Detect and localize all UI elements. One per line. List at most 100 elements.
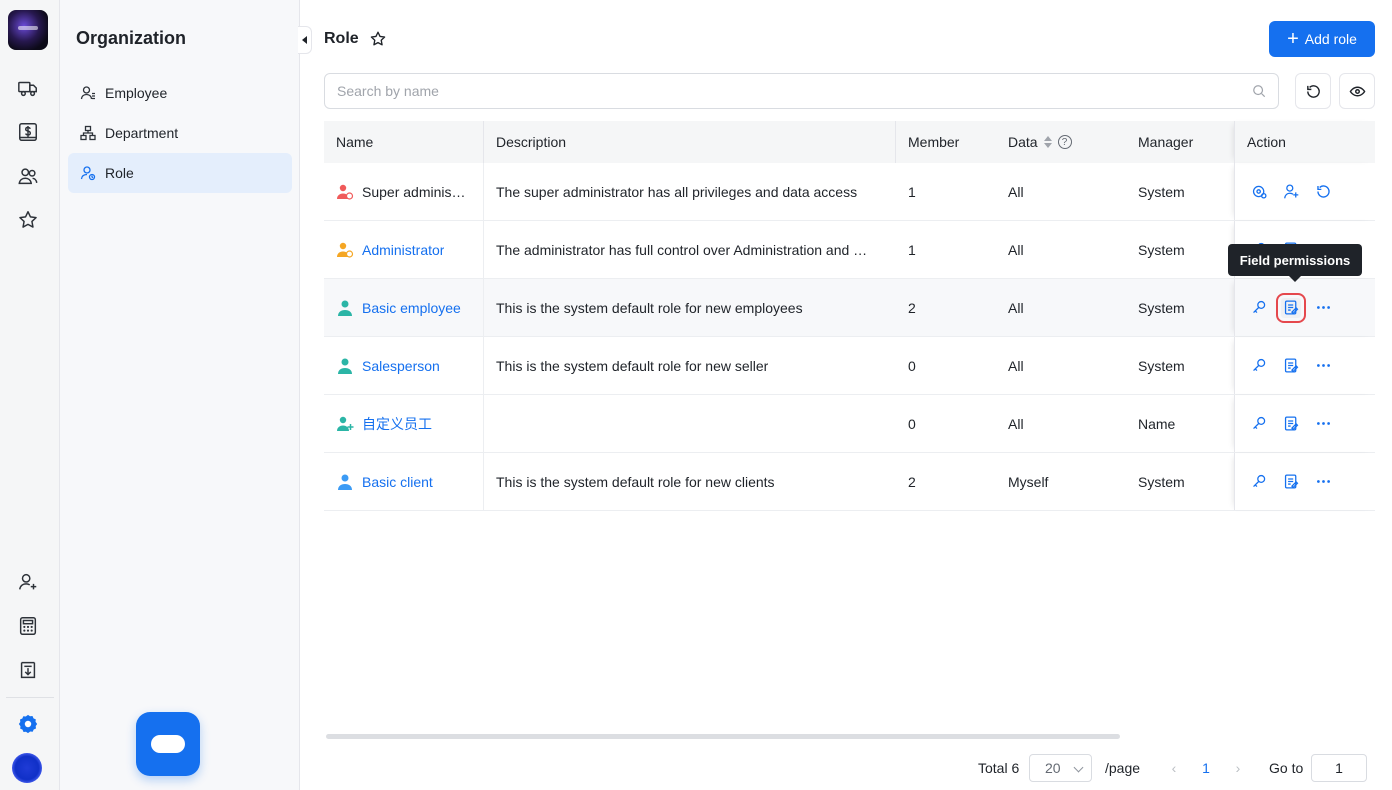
- column-header-name[interactable]: Name: [324, 121, 484, 163]
- role-name: Super administ…: [362, 183, 466, 200]
- table-row: Salesperson This is the system default r…: [324, 337, 1375, 395]
- more-icon[interactable]: [1313, 356, 1333, 376]
- role-member-count: 1: [908, 183, 916, 200]
- star-icon[interactable]: [16, 208, 40, 232]
- role-icon: [80, 166, 96, 181]
- refresh-button[interactable]: [1295, 73, 1331, 109]
- role-name-cell: Basic client: [324, 453, 484, 510]
- sort-icon[interactable]: [1044, 136, 1052, 148]
- role-description-text: The super administrator has all privileg…: [496, 183, 858, 200]
- page-title: Role: [324, 30, 359, 47]
- more-icon[interactable]: [1313, 472, 1333, 492]
- role-name-cell: Super administ…: [324, 163, 484, 220]
- permissions-key-icon[interactable]: [1249, 414, 1269, 434]
- role-name-link[interactable]: Salesperson: [362, 358, 440, 374]
- sidebar-item-label: Employee: [105, 85, 168, 101]
- role-data-scope: All: [1008, 241, 1024, 258]
- settings-icon[interactable]: [16, 712, 40, 736]
- refresh-icon: [1306, 84, 1320, 98]
- sidebar-item-employee[interactable]: Employee: [68, 73, 292, 113]
- table-row: Administrator The administrator has full…: [324, 221, 1375, 279]
- add-member-icon[interactable]: [1281, 182, 1301, 202]
- role-member-count: 2: [908, 473, 916, 490]
- page-size-select[interactable]: 20: [1029, 754, 1092, 782]
- role-manager: System: [1138, 473, 1185, 490]
- column-header-data[interactable]: Data ?: [996, 134, 1126, 150]
- permissions-key-icon[interactable]: [1249, 298, 1269, 318]
- next-page-button[interactable]: ›: [1228, 754, 1248, 782]
- role-name-link[interactable]: Basic client: [362, 474, 433, 490]
- prev-page-button[interactable]: ‹: [1164, 754, 1184, 782]
- role-name-cell: 自定义员工: [324, 395, 484, 452]
- row-actions: [1234, 163, 1375, 220]
- users-icon[interactable]: [16, 164, 40, 188]
- role-settings-icon[interactable]: [1249, 182, 1269, 202]
- user-add-icon[interactable]: [16, 570, 40, 594]
- column-header-manager: Manager: [1138, 134, 1194, 150]
- plus-icon: +: [1287, 28, 1299, 50]
- role-description-text: This is the system default role for new …: [496, 299, 803, 316]
- field-permissions-tooltip: Field permissions: [1228, 244, 1362, 282]
- goto-label: Go to: [1269, 760, 1304, 776]
- role-name-cell: Administrator: [324, 221, 484, 278]
- sidebar-title: Organization: [76, 28, 187, 48]
- organization-sidebar: Organization Employee Department Role: [60, 0, 300, 790]
- role-data-scope: All: [1008, 183, 1024, 200]
- help-icon[interactable]: ?: [1057, 135, 1072, 149]
- field-permissions-icon[interactable]: [1281, 414, 1301, 434]
- sidebar-item-department[interactable]: Department: [68, 113, 292, 153]
- truck-icon[interactable]: [16, 76, 40, 100]
- role-description-text: The administrator has full control over …: [496, 241, 868, 258]
- role-data-scope: Myself: [1008, 473, 1049, 490]
- dollar-icon[interactable]: [16, 120, 40, 144]
- role-description: This is the system default role for new …: [484, 453, 896, 510]
- role-description: [484, 395, 896, 452]
- search-input[interactable]: [337, 83, 1252, 99]
- field-permissions-icon[interactable]: [1281, 472, 1301, 492]
- column-header-data-label: Data: [1008, 134, 1038, 150]
- horizontal-scrollbar[interactable]: [326, 734, 1120, 739]
- pagination-total: Total 6: [978, 760, 1020, 776]
- role-description-text: This is the system default role for new …: [496, 357, 769, 374]
- favorite-star-icon[interactable]: [369, 30, 387, 48]
- current-page[interactable]: 1: [1196, 754, 1216, 782]
- app-logo[interactable]: [8, 10, 48, 50]
- eye-icon: [1349, 86, 1365, 96]
- role-description: This is the system default role for new …: [484, 337, 896, 394]
- role-name-cell: Basic employee: [324, 279, 484, 336]
- field-permissions-icon[interactable]: [1281, 356, 1301, 376]
- more-icon[interactable]: [1313, 298, 1333, 318]
- permissions-key-icon[interactable]: [1249, 356, 1269, 376]
- download-icon[interactable]: [16, 658, 40, 682]
- field-permissions-icon[interactable]: [1276, 292, 1306, 323]
- role-manager: System: [1138, 357, 1185, 374]
- role-description: The administrator has full control over …: [484, 221, 896, 278]
- role-manager: System: [1138, 183, 1185, 200]
- column-header-description: Description: [484, 121, 896, 163]
- role-name-link[interactable]: 自定义员工: [362, 414, 432, 434]
- role-name-link[interactable]: Administrator: [362, 242, 444, 258]
- sidebar-item-role[interactable]: Role: [68, 153, 292, 193]
- role-name-link[interactable]: Basic employee: [362, 300, 461, 316]
- employee-role-icon: [338, 300, 352, 316]
- row-actions: [1234, 279, 1375, 336]
- avatar[interactable]: [12, 753, 42, 783]
- role-manager: System: [1138, 241, 1185, 258]
- more-icon[interactable]: [1313, 414, 1333, 434]
- search-box: [324, 73, 1279, 109]
- search-icon[interactable]: [1252, 84, 1266, 98]
- table-row: 自定义员工 0 All Name: [324, 395, 1375, 453]
- role-description-text: This is the system default role for new …: [496, 473, 775, 490]
- goto-page-input[interactable]: 1: [1311, 754, 1367, 782]
- calculator-icon[interactable]: [16, 614, 40, 638]
- role-description: The super administrator has all privileg…: [484, 163, 896, 220]
- role-description: This is the system default role for new …: [484, 279, 896, 336]
- column-header-action: Action: [1234, 121, 1375, 163]
- permissions-key-icon[interactable]: [1249, 472, 1269, 492]
- reset-icon[interactable]: [1313, 182, 1333, 202]
- role-member-count: 0: [908, 415, 916, 432]
- admin-role-icon: [337, 184, 354, 200]
- add-role-button[interactable]: + Add role: [1269, 21, 1375, 57]
- column-visibility-button[interactable]: [1339, 73, 1375, 109]
- chat-button[interactable]: [136, 712, 200, 776]
